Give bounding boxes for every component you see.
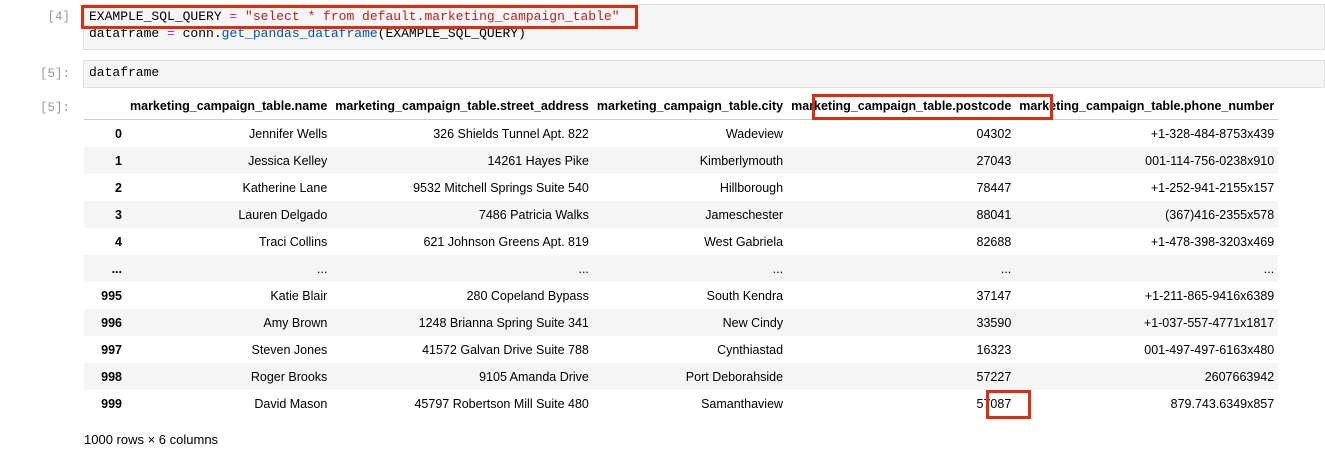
column-header-phone-number: marketing_campaign_table.phone_number — [1015, 93, 1279, 120]
cell-street-address: 9105 Amanda Drive — [479, 369, 589, 384]
cell-street-address: 326 Shields Tunnel Apt. 822 — [433, 126, 589, 141]
cell-street-address: 7486 Patricia Walks — [478, 207, 589, 222]
table-row: 1 Jessica Kelley 14261 Hayes Pike Kimberlym… — [84, 147, 1279, 174]
output-prompt: [5]: — [39, 101, 70, 115]
cell-postcode: 37147 — [976, 288, 1012, 303]
cell-index: 3 — [115, 207, 122, 222]
table-row: 4 Traci Collins 621 Johnson Greens Apt. 81… — [84, 228, 1278, 255]
row-count-summary: 1000 rows × 6 columns — [84, 432, 219, 447]
table-row: 3 Lauren Delgado 7486 Patricia Walks Jamesc… — [84, 201, 1279, 228]
table-row: 997 Steven Jones 41572 Galvan Drive Suite … — [84, 336, 1278, 363]
cell-city: Wadeview — [725, 126, 784, 141]
cell-name: Jessica Kelley — [248, 153, 328, 168]
cell-street-address: 45797 Robertson Mill Suite 480 — [414, 396, 589, 411]
cell-prompt: [5]: — [39, 67, 70, 81]
cell-index: 2 — [115, 180, 122, 195]
cell-index: 997 — [101, 342, 122, 357]
cell-phone-number: 001-114-756-0238x910 — [1145, 153, 1275, 168]
cell-phone-number: +1-252-941-2155x157 — [1150, 180, 1275, 195]
cell-city: Jameschester — [705, 207, 784, 222]
cell-street-address: 14261 Hayes Pike — [487, 153, 589, 168]
cell-name: Steven Jones — [251, 342, 328, 357]
cell-index: 1 — [115, 153, 122, 168]
table-row: 0 Jennifer Wells 326 Shields Tunnel Apt. 8… — [84, 120, 1278, 148]
cell-postcode: ... — [1000, 261, 1012, 276]
cell-name: David Mason — [254, 396, 328, 411]
cell-phone-number: ... — [1263, 261, 1275, 276]
table-row: 999 David Mason 45797 Robertson Mill Suite… — [84, 390, 1278, 417]
cell-street-address: ... — [578, 261, 589, 276]
cell-city: Cynthiastad — [717, 342, 784, 357]
cell-city: Samanthaview — [701, 396, 784, 411]
cell-index: ... — [111, 261, 122, 276]
cell-name: Lauren Delgado — [238, 207, 328, 222]
cell-index: 0 — [115, 126, 122, 141]
code-line-2: dataframe = conn.get_pandas_dataframe(EX… — [89, 26, 526, 41]
cell-phone-number: +1-328-484-8753x439 — [1150, 126, 1275, 141]
cell-phone-number: +1-478-398-3203x469 — [1150, 234, 1275, 249]
table-row: 995 Katie Blair 280 Copeland Bypass South K… — [84, 282, 1278, 309]
dataframe-table: marketing_campaign_table.name marketing_… — [84, 93, 1279, 417]
cell-city: Kimberlymouth — [699, 153, 784, 168]
cell-phone-number: +1-037-557-4771x1817 — [1143, 315, 1275, 330]
cell-name: Roger Brooks — [250, 369, 328, 384]
cell-city: Hillborough — [719, 180, 784, 195]
table-header-row: marketing_campaign_table.name marketing_… — [84, 93, 1279, 120]
table-row: 998 Roger Brooks 9105 Amanda Drive Port Deb… — [84, 363, 1279, 390]
cell-name: Katherine Lane — [242, 180, 328, 195]
cell-postcode: 16323 — [976, 342, 1012, 357]
cell-name: Jennifer Wells — [249, 126, 328, 141]
cell-phone-number: 879.743.6349x857 — [1170, 396, 1275, 411]
cell-phone-number: 2607663942 — [1204, 369, 1275, 384]
cell-street-address: 41572 Galvan Drive Suite 788 — [422, 342, 589, 357]
table-row: 996 Amy Brown 1248 Brianna Spring Suite 34… — [84, 309, 1279, 336]
cell-postcode: 57087 — [976, 396, 1012, 411]
cell-postcode: 27043 — [976, 153, 1012, 168]
cell-index: 996 — [101, 315, 122, 330]
cell-prompt: [4] — [47, 10, 70, 24]
cell-index: 998 — [101, 369, 122, 384]
cell-postcode: 78447 — [976, 180, 1012, 195]
column-header-street-address: marketing_campaign_table.street_address — [331, 93, 593, 120]
cell-phone-number: (367)416-2355x578 — [1165, 207, 1275, 222]
cell-index: 4 — [115, 234, 122, 249]
cell-city: West Gabriela — [704, 234, 784, 249]
code-line-1: EXAMPLE_SQL_QUERY = "select * from defau… — [89, 9, 620, 24]
code-editor[interactable]: EXAMPLE_SQL_QUERY = "select * from defau… — [83, 4, 1325, 50]
cell-postcode: 33590 — [976, 315, 1012, 330]
cell-phone-number: 001-497-497-6163x480 — [1144, 342, 1275, 357]
cell-street-address: 9532 Mitchell Springs Suite 540 — [413, 180, 589, 195]
cell-phone-number: +1-211-865-9416x6389 — [1144, 288, 1275, 303]
cell-postcode: 82688 — [976, 234, 1012, 249]
cell-city: Port Deborahside — [685, 369, 784, 384]
table-row: .................. — [84, 255, 1279, 282]
code-line: dataframe — [89, 65, 160, 80]
index-header — [84, 93, 126, 120]
cell-street-address: 280 Copeland Bypass — [466, 288, 589, 303]
cell-postcode: 88041 — [976, 207, 1012, 222]
cell-name: Traci Collins — [258, 234, 328, 249]
table-row: 2 Katherine Lane 9532 Mitchell Springs Sui… — [84, 174, 1278, 201]
code-editor[interactable]: dataframe — [83, 60, 1325, 88]
cell-index: 999 — [101, 396, 122, 411]
cell-postcode: 57227 — [976, 369, 1012, 384]
cell-city: ... — [772, 261, 784, 276]
cell-city: South Kendra — [706, 288, 784, 303]
column-header-city: marketing_campaign_table.city — [592, 93, 788, 120]
column-header-postcode: marketing_campaign_table.postcode — [787, 93, 1016, 120]
cell-name: Katie Blair — [270, 288, 328, 303]
cell-name: ... — [316, 261, 328, 276]
column-header-name: marketing_campaign_table.name — [126, 93, 332, 120]
cell-postcode: 04302 — [976, 126, 1012, 141]
cell-street-address: 1248 Brianna Spring Suite 341 — [418, 315, 589, 330]
cell-index: 995 — [101, 288, 122, 303]
cell-street-address: 621 Johnson Greens Apt. 819 — [423, 234, 589, 249]
cell-name: Amy Brown — [263, 315, 328, 330]
cell-city: New Cindy — [722, 315, 784, 330]
